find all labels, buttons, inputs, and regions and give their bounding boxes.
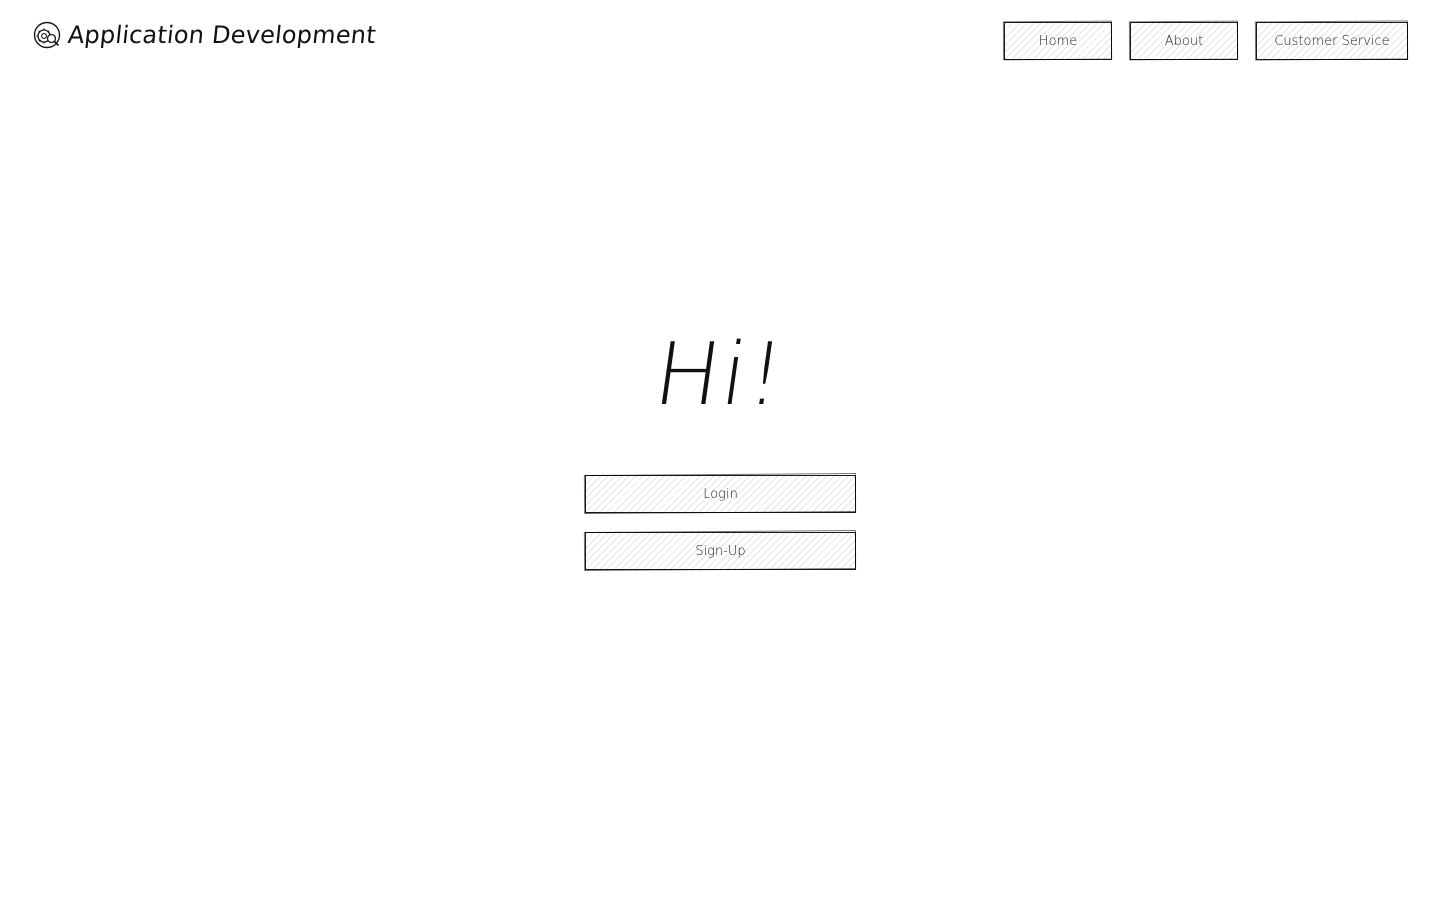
nav-about-button[interactable]: About xyxy=(1130,22,1238,60)
top-nav: Home About Customer Service xyxy=(1004,22,1408,60)
gear-search-icon xyxy=(32,20,62,50)
greeting-heading: Hi! xyxy=(648,325,792,425)
brand-title: Application Development xyxy=(66,21,378,49)
brand[interactable]: Application Development xyxy=(32,20,378,50)
login-button[interactable]: Login xyxy=(585,475,856,513)
hero: Hi! xyxy=(0,320,1440,430)
nav-customer-service-button[interactable]: Customer Service xyxy=(1256,22,1408,60)
auth-actions: Login Sign-Up xyxy=(585,475,856,570)
signup-button[interactable]: Sign-Up xyxy=(585,532,856,570)
nav-home-button[interactable]: Home xyxy=(1004,22,1112,60)
page: Application Development Home About Custo… xyxy=(0,0,1440,900)
